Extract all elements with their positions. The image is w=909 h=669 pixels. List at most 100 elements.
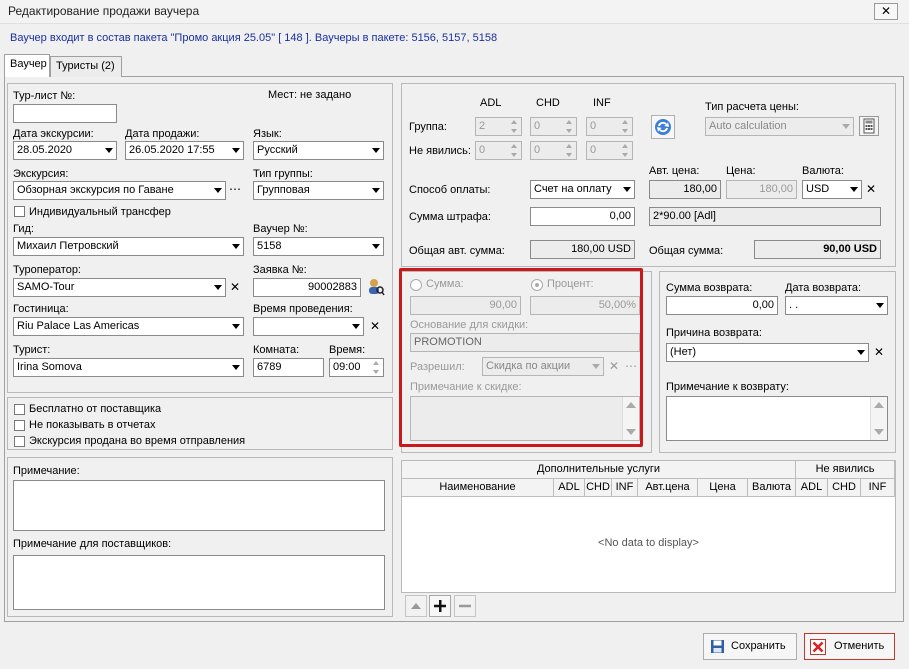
group-chd-input[interactable]: 0 xyxy=(530,117,577,136)
scrollbar[interactable] xyxy=(870,397,887,440)
auto-price-input: 180,00 xyxy=(649,180,721,199)
language-label: Язык: xyxy=(253,128,282,140)
col-currency[interactable]: Валюта xyxy=(748,479,796,497)
chevron-down-icon[interactable] xyxy=(352,324,360,329)
clear-operator-icon[interactable]: ✕ xyxy=(227,278,243,296)
chevron-down-icon[interactable] xyxy=(372,188,380,193)
guide-select[interactable]: Михаил Петровский xyxy=(13,237,244,256)
free-supplier-checkbox[interactable] xyxy=(14,404,25,415)
noshow-inf-input[interactable]: 0 xyxy=(586,141,633,160)
operator-select[interactable]: SAMO-Tour xyxy=(13,278,226,297)
calculator-icon[interactable] xyxy=(859,116,879,136)
hotel-select[interactable]: Riu Palace Las Americas xyxy=(13,317,244,336)
excursion-date-picker[interactable]: 28.05.2020 xyxy=(13,141,117,160)
col-auto-price[interactable]: Авт.цена xyxy=(638,479,698,497)
penalty-input[interactable]: 0,00 xyxy=(530,207,635,226)
currency-select[interactable]: USD xyxy=(802,180,862,199)
ellipsis-icon[interactable]: ⋯ xyxy=(227,180,243,198)
noshow-chd-input[interactable]: 0 xyxy=(530,141,577,160)
discount-highlight-frame xyxy=(399,268,643,447)
time-select[interactable] xyxy=(253,317,364,336)
chevron-down-icon[interactable] xyxy=(876,303,884,308)
refund-date-picker[interactable]: . . xyxy=(785,296,888,315)
chevron-down-icon[interactable] xyxy=(623,187,631,192)
spinner-icon[interactable] xyxy=(509,143,520,158)
price-input[interactable]: 180,00 xyxy=(726,180,797,199)
supplier-note-textarea[interactable] xyxy=(13,555,385,610)
save-button[interactable]: Сохранить xyxy=(703,633,797,660)
col-noshow-inf[interactable]: INF xyxy=(861,479,895,497)
col-name[interactable]: Наименование xyxy=(402,479,554,497)
refund-sum-input[interactable]: 0,00 xyxy=(666,296,778,315)
scroll-down-icon[interactable] xyxy=(874,429,884,435)
col-noshow-adl[interactable]: ADL xyxy=(796,479,828,497)
sold-departure-checkbox[interactable] xyxy=(14,436,25,447)
voucher-no-select[interactable]: 5158 xyxy=(253,237,384,256)
hour-value: 09:00 xyxy=(333,361,361,373)
group-inf-input[interactable]: 0 xyxy=(586,117,633,136)
excursion-select[interactable]: Обзорная экскурсия по Гаване xyxy=(13,181,226,200)
spinner-icon[interactable] xyxy=(509,119,520,134)
sale-date-picker[interactable]: 26.05.2020 17:55 xyxy=(125,141,244,160)
col-price[interactable]: Цена xyxy=(698,479,748,497)
clear-time-icon[interactable]: ✕ xyxy=(367,317,383,335)
col-noshow-chd[interactable]: CHD xyxy=(828,479,861,497)
noshow-adl-input[interactable]: 0 xyxy=(475,141,522,160)
chevron-down-icon[interactable] xyxy=(232,365,240,370)
language-select[interactable]: Русский xyxy=(253,141,384,160)
tourlist-input[interactable] xyxy=(13,104,117,123)
cancel-button[interactable]: Отменить xyxy=(804,633,895,660)
chevron-down-icon[interactable] xyxy=(857,350,865,355)
calc-type-select[interactable]: Auto calculation xyxy=(705,117,854,136)
hour-input[interactable]: 09:00 xyxy=(329,358,384,377)
close-button[interactable]: ✕ xyxy=(874,3,898,20)
clear-currency-icon[interactable]: ✕ xyxy=(863,180,879,198)
hide-reports-checkbox[interactable] xyxy=(14,420,25,431)
room-input[interactable]: 6789 xyxy=(253,358,324,377)
col-adl[interactable]: ADL xyxy=(554,479,585,497)
request-input[interactable]: 90002883 xyxy=(253,278,361,297)
note-textarea[interactable] xyxy=(13,480,385,531)
col-inf[interactable]: INF xyxy=(612,479,638,497)
supplier-note-label: Примечание для поставщиков: xyxy=(13,538,172,550)
individual-transfer-checkbox[interactable] xyxy=(14,206,25,217)
noshow-header: Не явились xyxy=(796,461,895,479)
chevron-down-icon[interactable] xyxy=(232,148,240,153)
tab-tourists[interactable]: Туристы (2) xyxy=(50,56,122,77)
chevron-down-icon[interactable] xyxy=(232,244,240,249)
chevron-down-icon[interactable] xyxy=(372,244,380,249)
chevron-down-icon[interactable] xyxy=(232,324,240,329)
clear-reason-icon[interactable]: ✕ xyxy=(871,343,887,361)
request-label: Заявка №: xyxy=(253,264,307,276)
tab-voucher[interactable]: Ваучер xyxy=(4,54,50,77)
payment-select[interactable]: Счет на оплату xyxy=(530,180,635,199)
scroll-up-icon[interactable] xyxy=(874,402,884,408)
hour-label: Время: xyxy=(329,344,366,356)
spinner-icon[interactable] xyxy=(564,143,575,158)
chevron-down-icon[interactable] xyxy=(214,285,222,290)
move-up-button[interactable] xyxy=(405,595,427,617)
chevron-down-icon[interactable] xyxy=(214,188,222,193)
person-search-icon[interactable] xyxy=(366,277,385,297)
calc-type-value: Auto calculation xyxy=(709,120,787,132)
chevron-down-icon[interactable] xyxy=(105,148,113,153)
spinner-icon[interactable] xyxy=(620,119,631,134)
spinner-icon[interactable] xyxy=(371,360,382,375)
cancel-label: Отменить xyxy=(834,640,885,652)
chevron-down-icon[interactable] xyxy=(850,187,858,192)
recalculate-icon[interactable] xyxy=(651,115,675,139)
note-label: Примечание: xyxy=(13,465,80,477)
group-type-select[interactable]: Групповая xyxy=(253,181,384,200)
language-value: Русский xyxy=(257,144,298,156)
col-chd[interactable]: CHD xyxy=(585,479,612,497)
tourist-select[interactable]: Irina Somova xyxy=(13,358,244,377)
remove-service-button[interactable] xyxy=(454,595,476,617)
spinner-icon[interactable] xyxy=(564,119,575,134)
chevron-down-icon[interactable] xyxy=(372,148,380,153)
add-service-button[interactable] xyxy=(429,595,451,617)
group-adl-input[interactable]: 2 xyxy=(475,117,522,136)
refund-reason-select[interactable]: (Нет) xyxy=(666,343,869,362)
chevron-down-icon[interactable] xyxy=(842,124,850,129)
refund-note-textarea[interactable] xyxy=(666,396,888,441)
spinner-icon[interactable] xyxy=(620,143,631,158)
